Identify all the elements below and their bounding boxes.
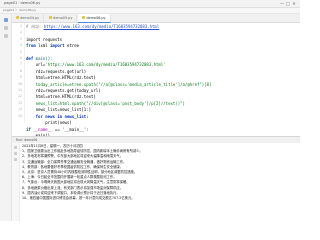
comment: # 网址: (26, 24, 42, 29)
line-number: 13 (18, 100, 22, 105)
line-number: 9 (20, 75, 22, 80)
import-name: etree (67, 43, 80, 49)
string-literal: 'https://www.163.com/dy/media/T160359473… (45, 62, 166, 68)
tab-demo05[interactable]: demo05.py (45, 14, 78, 22)
line-number: 6 (20, 56, 22, 60)
project-icon[interactable] (3, 18, 8, 22)
bookmarks-icon[interactable] (3, 34, 8, 38)
line-number: 14 (18, 107, 22, 112)
code-line: today_article=etree.xpath("//a[@class='m… (26, 81, 212, 87)
statement: today_article=etree.xpath("//a[@class='m… (35, 81, 212, 87)
tab-demo06[interactable]: demo06.py (78, 14, 111, 23)
console-toolbar (12, 143, 20, 221)
window-controls: — □ ✕ (279, 0, 297, 8)
line-number: 15 (18, 113, 22, 118)
code-line: # 网址: https://www.163.com/dy/media/T1603… (26, 24, 159, 29)
line-number-gutter: 1 2 3 4 5 6 7 8 9 10 11 12 13 14 15 (12, 23, 25, 123)
dunder-name: __name__ (33, 126, 53, 132)
line-number: 8 (20, 68, 22, 73)
structure-icon[interactable] (3, 26, 8, 30)
code-line: if __name__ == '__main__': (26, 127, 89, 132)
ide-window: page01 · demo06.py — □ ✕ page01 〉 demo06.p… (0, 0, 300, 221)
module-name: lxml (38, 43, 48, 49)
code-line: from lxml import etree (26, 43, 79, 48)
comment-url-link[interactable]: https://www.163.com/dy/media/T1603594732… (44, 24, 160, 29)
source-code[interactable]: # 网址: https://www.163.com/dy/media/T1603… (26, 24, 296, 139)
condition: == '__main__': (52, 126, 89, 132)
code-line: news_list=news_list[1:] (26, 107, 91, 112)
line-number: 10 (18, 81, 22, 86)
code-line: rdz=requests.get(url) (26, 68, 87, 74)
code-line: url='https://www.163.com/dy/media/T16035… (26, 62, 166, 67)
rerun-icon[interactable] (14, 146, 17, 149)
run-tab-label[interactable]: Run: demo06 (16, 138, 37, 142)
statement: rdz=requests.get(today_url) (35, 88, 101, 94)
line-number: 7 (20, 62, 22, 67)
close-button[interactable]: ✕ (291, 0, 297, 7)
line-number: 2 (20, 30, 22, 35)
code-line: html=etree.HTML(rdz.text) (26, 75, 96, 80)
title-bar: page01 · demo06.py — □ ✕ (0, 0, 300, 8)
console-output: 2021年11月8日，星期一，农历十月初四 1、国家卫健委派出工作组赴多地指导疫… (22, 144, 297, 201)
tab-demo04[interactable]: demo04.py (12, 14, 45, 22)
tab-label: demo05.py (53, 16, 73, 20)
statement: html=etree.HTML(rdz.text) (35, 75, 96, 81)
keyword: import (50, 43, 65, 49)
code-editor[interactable]: 1 2 3 4 5 6 7 8 9 10 11 12 13 14 15 # 网址… (12, 23, 300, 138)
tab-label: demo06.py (86, 16, 106, 20)
code-line: import requests (26, 36, 63, 42)
line-number: 11 (18, 88, 22, 92)
code-line: html=etree.HTML(rdz.text) (26, 94, 96, 99)
run-console[interactable]: 2021年11月8日，星期一，农历十月初四 1、国家卫健委派出工作组赴多地指导疫… (12, 143, 300, 221)
statement: print(news) (45, 120, 72, 126)
tab-label: demo04.py (20, 16, 40, 20)
output-line: 10、第四届中国国际进口博览会闭幕，按一年计意向成交额达707.2亿美元。 (22, 196, 135, 201)
statement: rdz=requests.get(url) (35, 68, 87, 74)
code-line: rdz=requests.get(today_url) (26, 88, 101, 93)
variable: url= (35, 62, 46, 68)
python-file-icon (16, 16, 19, 19)
function-name: main(): (35, 56, 53, 62)
editor-tabs: demo04.py demo05.py demo06.py (12, 14, 300, 23)
python-file-icon (82, 16, 86, 19)
stop-icon[interactable] (14, 152, 17, 155)
window-title: page01 · demo06.py (4, 1, 41, 5)
scroll-icon[interactable] (14, 158, 17, 161)
keyword: from (26, 43, 36, 49)
code-line: news_list=html.xpath("//div[@class='post… (26, 101, 185, 106)
keyword: if (26, 126, 31, 132)
tool-window-strip (0, 14, 12, 221)
statement: news_list=news_list[1:] (35, 107, 92, 113)
python-file-icon (49, 16, 53, 19)
for-statement: for news in news_list: (35, 113, 89, 119)
code-line: print(news) (26, 120, 72, 125)
statement: html=etree.HTML(rdz.text) (35, 94, 96, 100)
code-line: for news in news_list: (26, 114, 89, 119)
line-number: 4 (20, 43, 22, 48)
line-number: 12 (18, 94, 22, 99)
statement: news_list=html.xpath("//div[@class='post… (35, 100, 185, 106)
line-number: 1 (20, 24, 22, 28)
breadcrumb[interactable]: page01 〉 demo06.py (3, 8, 36, 13)
line-number: 3 (20, 36, 22, 41)
keyword: def (26, 56, 34, 62)
code-line: def main(): (26, 56, 53, 61)
line-number: 5 (20, 49, 22, 54)
